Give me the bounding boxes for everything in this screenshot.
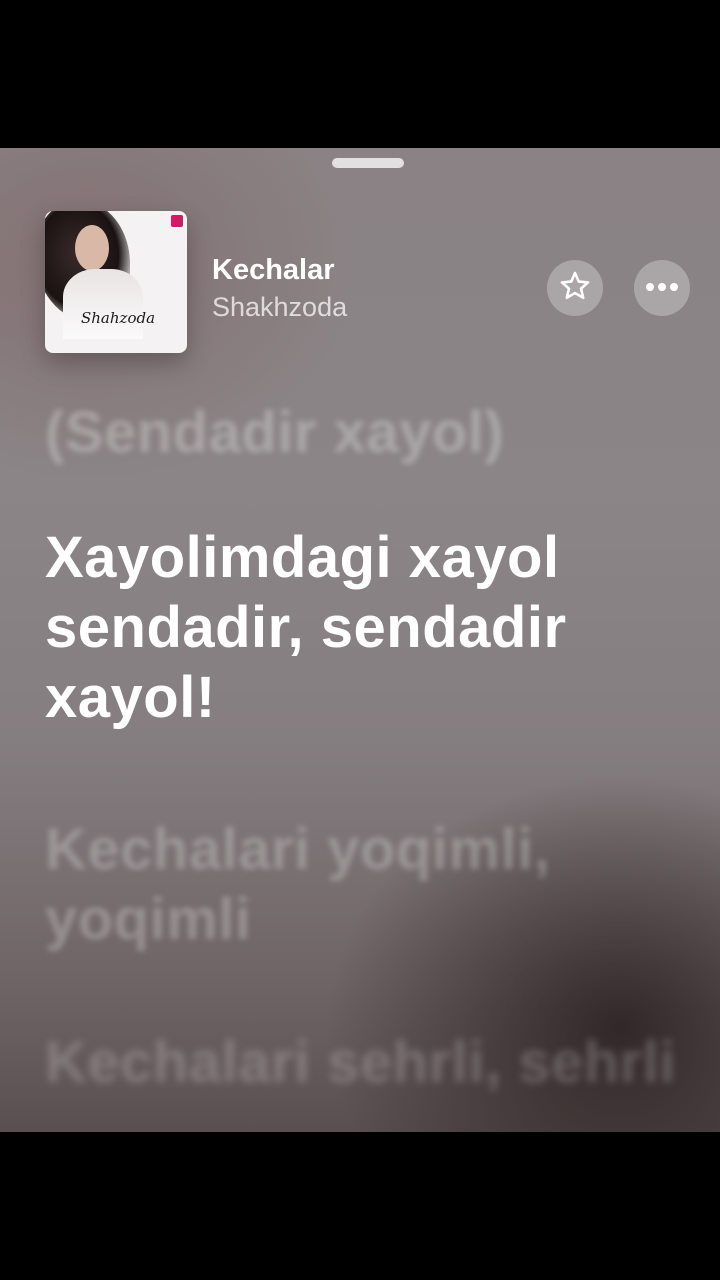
ellipsis-icon: [645, 279, 679, 297]
artwork-signature: Shahzoda: [81, 309, 156, 327]
favorite-button[interactable]: [547, 260, 603, 316]
sheet-grabber-handle[interactable]: [332, 158, 404, 168]
track-title[interactable]: Kechalar: [212, 254, 335, 287]
lyric-line-previous[interactable]: (Sendadir xayol): [45, 398, 685, 468]
album-artwork[interactable]: Shahzoda: [45, 211, 187, 353]
lyric-line-next[interactable]: Kechalari yoqimli, yoqimli: [45, 815, 685, 955]
lyric-line-next[interactable]: Kechalari sehrli, sehrli: [45, 1028, 685, 1098]
star-icon: [559, 270, 591, 307]
artwork-face-shape: [75, 225, 109, 271]
lyric-line-current[interactable]: Xayolimdagi xayol sendadir, sendadir xay…: [45, 523, 685, 733]
label-logo-icon: [171, 215, 183, 227]
artwork-body-shape: [63, 269, 143, 339]
more-options-button[interactable]: [634, 260, 690, 316]
lyrics-sheet: Shahzoda Kechalar Shakhzoda (Sendadir xa…: [0, 148, 720, 1132]
track-artist[interactable]: Shakhzoda: [212, 292, 347, 323]
